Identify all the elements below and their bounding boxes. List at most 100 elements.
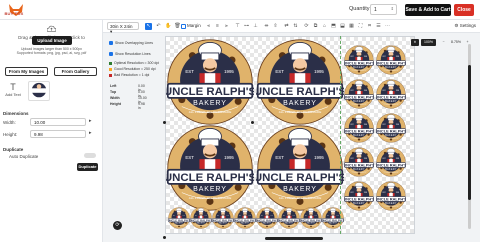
width-input[interactable]: 10.00 [30, 118, 86, 126]
margin-checkbox[interactable] [181, 24, 186, 29]
stepper-icon[interactable]: ⇕ [391, 6, 394, 11]
image-thumbnail[interactable] [28, 81, 50, 101]
bakery-logo-tile[interactable]: EST 1995 UNCLE RALPH'S BAKERY ALL FRESH.… [344, 181, 374, 211]
close-button[interactable]: Close [454, 4, 474, 16]
align-left-icon[interactable]: ⫷ [205, 23, 212, 30]
rotate-icon[interactable]: ⟳ [303, 23, 310, 30]
bakery-logo-tile[interactable]: EST 1995 UNCLE RALPH'S BAKERY ALL FRESH.… [344, 79, 374, 109]
crop-icon[interactable]: ⌗ [366, 23, 373, 30]
align-center-icon[interactable]: ≡ [214, 23, 221, 30]
upload-image-button[interactable]: Upload Image [32, 36, 72, 45]
bakery-logo-tile[interactable]: EST 1995 UNCLE RALPH'S BAKERY ALL FRESH.… [344, 113, 374, 143]
resize-handle[interactable] [163, 121, 166, 124]
bakery-logo-tile[interactable]: EST 1995 UNCLE RALPH'S BAKERY ALL FRESH.… [376, 113, 406, 143]
svg-text:UNCLE RALPH'S: UNCLE RALPH'S [344, 61, 374, 66]
zoom-out-icon[interactable]: − [440, 39, 447, 46]
bakery-logo-tile[interactable]: EST 1995 UNCLE RALPH'S BAKERY ALL FRESH.… [256, 38, 344, 126]
auto-duplicate-toggle[interactable] [84, 153, 96, 158]
align-right-icon[interactable]: ⫸ [223, 23, 230, 30]
align-bottom-icon[interactable]: ⊥ [252, 23, 259, 30]
bakery-logo-tile[interactable]: EST 1995 UNCLE RALPH'S BAKERY ALL FRESH.… [344, 147, 374, 177]
copy-icon[interactable]: ⧉ [312, 23, 319, 30]
bakery-logo-tile[interactable]: EST 1995 UNCLE RALPH'S BAKERY ALL FRESH.… [256, 207, 278, 229]
checkbox-checked-icon [109, 52, 113, 57]
undo-icon[interactable]: ↶ [155, 23, 162, 30]
svg-text:UNCLE RALPH'S: UNCLE RALPH'S [376, 61, 406, 66]
show-resolution-option[interactable]: Show Resolution Lines [109, 52, 151, 57]
fit-icon[interactable]: ⛶ [357, 23, 364, 30]
bakery-logo-tile[interactable]: EST 1995 UNCLE RALPH'S BAKERY ALL FRESH.… [168, 207, 190, 229]
width-stepper-icon[interactable]: ▸ [89, 118, 92, 124]
duplicate-button[interactable]: Duplicate [77, 163, 98, 171]
collapse-icon[interactable]: ✕ [411, 39, 419, 46]
add-text-button[interactable]: T Add Text [5, 82, 21, 97]
bakery-logo-tile[interactable]: EST 1995 UNCLE RALPH'S BAKERY ALL FRESH.… [278, 207, 300, 229]
align-middle-icon[interactable]: ⊶ [243, 23, 250, 30]
bakery-logo-tile[interactable]: EST 1995 UNCLE RALPH'S BAKERY ALL FRESH.… [212, 207, 234, 229]
delete-icon[interactable]: 🗑 [174, 23, 181, 30]
svg-text:UNCLE RALPH'S: UNCLE RALPH'S [376, 163, 406, 168]
bakery-logo-tile[interactable]: EST 1995 UNCLE RALPH'S BAKERY ALL FRESH.… [234, 207, 256, 229]
bakery-logo-tile[interactable]: EST 1995 UNCLE RALPH'S BAKERY ALL FRESH.… [256, 124, 344, 212]
optimal-resolution-legend: Optimal Resolution = 300 dpi [109, 61, 159, 65]
info-label: Height [110, 102, 121, 106]
from-gallery-button[interactable]: From Gallery [54, 67, 97, 76]
vertical-scroll-thumb[interactable] [468, 65, 471, 200]
show-overlapping-option[interactable]: Show Overlapping Lines [109, 41, 153, 46]
info-label: Width [110, 96, 120, 100]
svg-text:BAKERY: BAKERY [353, 100, 365, 103]
yellow-square-icon [109, 67, 112, 71]
select-tool-icon[interactable]: ↖ [145, 23, 152, 30]
svg-text:UNCLE RALPH'S: UNCLE RALPH'S [256, 86, 344, 98]
svg-text:ALL FRESH. ALL HOMEMADE: ALL FRESH. ALL HOMEMADE [279, 110, 322, 114]
bakery-logo-tile[interactable]: EST 1995 UNCLE RALPH'S BAKERY ALL FRESH.… [344, 45, 374, 75]
flip-h-icon[interactable]: ⇄ [283, 23, 290, 30]
from-my-images-button[interactable]: From My Images [5, 67, 48, 76]
save-add-to-cart-button[interactable]: Save & Add to Cart [405, 4, 451, 16]
bakery-logo-tile[interactable]: EST 1995 UNCLE RALPH'S BAKERY ALL FRESH.… [190, 207, 212, 229]
text-t-icon: T [10, 82, 16, 92]
svg-text:UNCLE RALPH'S: UNCLE RALPH'S [256, 218, 278, 222]
flip-v-icon[interactable]: ⇅ [292, 23, 299, 30]
refresh-icon[interactable]: ⟳ [113, 221, 122, 230]
bakery-logo-tile[interactable]: EST 1995 UNCLE RALPH'S BAKERY ALL FRESH.… [376, 45, 406, 75]
bakery-logo-tile[interactable]: EST 1995 UNCLE RALPH'S BAKERY ALL FRESH.… [166, 38, 254, 126]
distribute-h-icon[interactable]: ⇹ [263, 23, 270, 30]
svg-text:BAKERY: BAKERY [193, 186, 227, 193]
fit-to-screen-button[interactable]: 100% [421, 39, 436, 46]
bakery-logo-tile[interactable]: EST 1995 UNCLE RALPH'S BAKERY ALL FRESH.… [376, 79, 406, 109]
svg-text:BAKERY: BAKERY [283, 100, 317, 107]
distribute-v-icon[interactable]: ⇳ [272, 23, 279, 30]
auto-duplicate-label: Auto Duplicate [9, 154, 39, 159]
height-stepper-icon[interactable]: ▸ [89, 130, 92, 136]
grid-icon[interactable]: ▦ [348, 23, 355, 30]
good-resolution-legend: Good Resolution = 250 dpi [109, 67, 156, 71]
send-back-icon[interactable]: ⬓ [339, 23, 346, 30]
svg-text:1995: 1995 [314, 155, 324, 160]
bakery-logo-tile[interactable]: EST 1995 UNCLE RALPH'S BAKERY ALL FRESH.… [166, 124, 254, 212]
more-icon[interactable]: ⋯ [384, 23, 391, 30]
lock-icon[interactable]: ⌂ [321, 23, 328, 30]
bakery-logo-tile[interactable]: EST 1995 UNCLE RALPH'S BAKERY ALL FRESH.… [376, 181, 406, 211]
print-canvas[interactable]: EST 1995 UNCLE RALPH'S BAKERY ALL FRESH.… [165, 36, 415, 234]
svg-text:BAKERY: BAKERY [353, 202, 365, 205]
canvas-toolbar: 30in X 24in ▾ ↖ ↶ ✋ 🗑 Margin ⫷ ≡ ⫸ ⊤ ⊶ ⊥… [103, 20, 480, 34]
height-input[interactable]: 9.98 [30, 130, 86, 138]
bakery-logo-tile[interactable]: EST 1995 UNCLE RALPH'S BAKERY ALL FRESH.… [300, 207, 322, 229]
height-label: Height: [3, 132, 18, 137]
bring-front-icon[interactable]: ⬒ [330, 23, 337, 30]
settings-button[interactable]: ⚙ Settings [454, 23, 476, 29]
align-top-icon[interactable]: ⊤ [234, 23, 241, 30]
layers-icon[interactable]: ☰ [375, 23, 382, 30]
horizontal-scroll-thumb[interactable] [265, 237, 323, 240]
hand-tool-icon[interactable]: ✋ [165, 23, 172, 30]
svg-text:ALL FRESH. ALL HOMEMADE: ALL FRESH. ALL HOMEMADE [279, 196, 322, 200]
quantity-input[interactable]: 1 ⇕ [370, 4, 397, 15]
resize-handle[interactable] [163, 236, 166, 239]
resize-handle[interactable] [251, 121, 254, 124]
sheet-size-select[interactable]: 30in X 24in ▾ [107, 22, 139, 34]
svg-text:UNCLE RALPH'S: UNCLE RALPH'S [376, 197, 406, 202]
info-width: Width 10.00 in [110, 96, 147, 104]
svg-text:BAKERY: BAKERY [353, 134, 365, 137]
bakery-logo-tile[interactable]: EST 1995 UNCLE RALPH'S BAKERY ALL FRESH.… [376, 147, 406, 177]
